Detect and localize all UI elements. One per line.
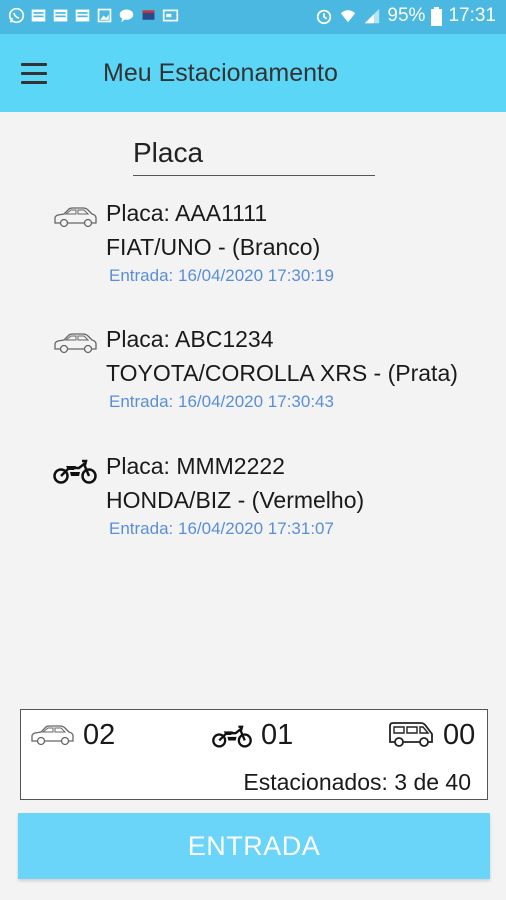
motorcycle-count-value: 01 (261, 718, 294, 751)
list-item[interactable]: Placa: MMM2222 HONDA/BIZ - (Vermelho) En… (0, 453, 506, 563)
van-count: 00 (387, 718, 475, 752)
van-count-value: 00 (443, 718, 476, 751)
flag-icon (142, 10, 155, 20)
car-icon (54, 207, 97, 228)
parked-total: Estacionados: 3 de 40 (243, 769, 471, 795)
alarm-icon (317, 9, 332, 25)
chat-icon (119, 9, 134, 23)
vehicle-plate: Placa: ABC1234 (106, 326, 274, 352)
image-icon (97, 8, 112, 23)
system-status: 95% 17:31 (315, 5, 496, 27)
vehicle-entry-time: Entrada: 16/04/2020 17:31:07 (109, 519, 334, 538)
list-item[interactable]: Placa: ABC1234 TOYOTA/COROLLA XRS - (Pra… (0, 326, 506, 436)
status-bar: 95% 17:31 (0, 0, 506, 34)
vehicle-model: TOYOTA/COROLLA XRS - (Prata) (106, 360, 458, 386)
car-icon (31, 725, 74, 746)
menu-icon[interactable] (18, 62, 50, 86)
app-bar: Meu Estacionamento (0, 34, 506, 112)
doc-icon (53, 9, 68, 22)
vehicle-model: HONDA/BIZ - (Vermelho) (106, 487, 365, 513)
doc-icon (31, 9, 46, 22)
doc-icon (75, 9, 90, 22)
vehicle-entry-time: Entrada: 16/04/2020 17:30:43 (109, 392, 334, 411)
vehicle-entry-time: Entrada: 16/04/2020 17:30:19 (109, 266, 334, 285)
battery-percent: 95% (387, 5, 426, 26)
motorcycle-icon (53, 459, 97, 484)
vehicle-plate: Placa: AAA1111 (106, 200, 268, 226)
vehicle-plate: Placa: MMM2222 (106, 453, 285, 479)
card-icon (162, 9, 179, 22)
wifi-icon (341, 10, 356, 23)
whatsapp-icon (8, 7, 25, 24)
van-icon (389, 722, 433, 747)
signal-icon (365, 8, 380, 24)
plate-search-input[interactable] (133, 130, 375, 176)
app-title: Meu Estacionamento (103, 59, 338, 87)
list-item[interactable]: Placa: AAA1111 FIAT/UNO - (Branco) Entra… (0, 200, 506, 310)
car-icon (54, 333, 97, 354)
battery-icon (431, 6, 443, 26)
motorcycle-count: 01 (211, 718, 293, 752)
car-count: 02 (29, 718, 115, 752)
entrada-button[interactable]: ENTRADA (18, 813, 490, 879)
motorcycle-icon (212, 725, 252, 748)
vehicle-model: FIAT/UNO - (Branco) (106, 234, 321, 260)
notification-icons (8, 7, 179, 24)
clock: 17:31 (448, 5, 496, 26)
parking-summary: 02 01 00 Estacionados: 3 de 40 (20, 709, 488, 800)
car-count-value: 02 (83, 718, 116, 751)
